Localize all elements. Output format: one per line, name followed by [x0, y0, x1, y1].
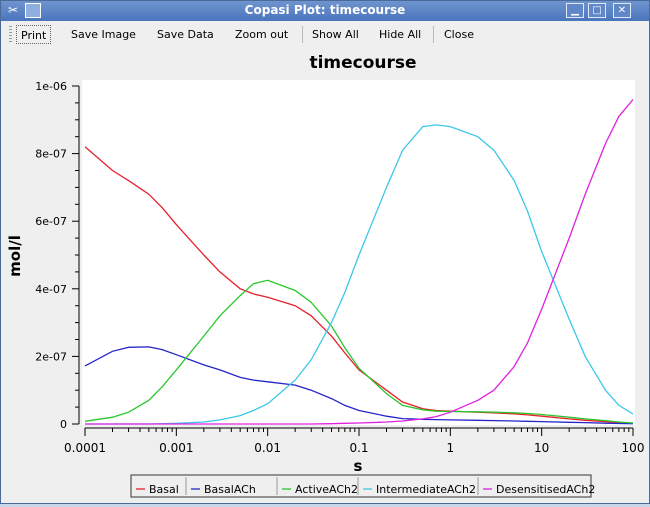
toolbar-grip-handle[interactable]	[9, 26, 12, 42]
close-icon: ✕	[617, 5, 627, 16]
y-tick-label: 4e-07	[35, 283, 67, 296]
hide-all-button[interactable]: Hide All	[375, 25, 425, 44]
legend-label: DesensitisedACh2	[496, 483, 595, 496]
legend-item-intermediateach2[interactable]: IntermediateACh2	[363, 483, 476, 496]
y-axis-label: mol/l	[6, 235, 24, 277]
x-axis-label: s	[354, 457, 363, 475]
x-tick-label: 0.001	[159, 441, 193, 455]
chart-title: timecourse	[309, 53, 416, 73]
y-tick-label: 1e-06	[35, 80, 67, 93]
close-window-button[interactable]: ✕	[613, 3, 631, 18]
timecourse-chart: timecourse 0 2e-07 4e-07 6e-07 8e-07 1e-06 0.…	[6, 53, 644, 498]
print-button[interactable]: Print	[16, 25, 52, 44]
toolbar: Print Save Image Save Data Zoom out Show…	[1, 22, 649, 47]
y-tick-label: 0	[60, 418, 67, 431]
plot-canvas[interactable]	[82, 80, 635, 425]
maximize-icon: □	[592, 5, 602, 16]
x-tick-label: 0.01	[254, 441, 281, 455]
legend-label: Basal	[149, 483, 179, 496]
plot-area: timecourse 0 2e-07 4e-07 6e-07 8e-07 1e-06 0.…	[1, 48, 649, 503]
legend-label: BasalACh	[204, 483, 256, 496]
zoom-out-button[interactable]: Zoom out	[231, 25, 292, 44]
x-axis-ticks: 0.0001 0.001 0.01 0.1 1 10 100	[64, 428, 644, 455]
save-data-button[interactable]: Save Data	[153, 25, 218, 44]
close-plot-button[interactable]: Close	[440, 25, 478, 44]
legend-label: IntermediateACh2	[376, 483, 476, 496]
x-tick-label: 0.1	[349, 441, 368, 455]
y-tick-label: 8e-07	[35, 148, 67, 161]
maximize-button[interactable]: □	[588, 3, 606, 18]
minimize-icon: ▁	[571, 5, 579, 16]
x-tick-label: 1	[447, 441, 455, 455]
y-axis-ticks: 0 2e-07 4e-07 6e-07 8e-07 1e-06	[35, 80, 79, 431]
window-title: Copasi Plot: timecourse	[244, 3, 406, 17]
toolbar-separator	[433, 26, 434, 43]
legend-item-desensitisedach2[interactable]: DesensitisedACh2	[483, 483, 595, 496]
legend: Basal BasalACh ActiveACh2 IntermediateACh2 D…	[130, 474, 595, 498]
x-tick-label: 0.0001	[64, 441, 106, 455]
plot-window: ✂ Copasi Plot: timecourse ▁ □ ✕ Print Sa…	[0, 0, 650, 504]
y-tick-label: 2e-07	[35, 350, 67, 363]
x-tick-label: 10	[534, 441, 549, 455]
toolbar-separator	[302, 26, 303, 43]
minimize-button[interactable]: ▁	[566, 3, 584, 18]
x-tick-label: 100	[622, 441, 645, 455]
legend-label: ActiveACh2	[295, 483, 358, 496]
title-bar[interactable]: ✂ Copasi Plot: timecourse ▁ □ ✕	[1, 1, 649, 21]
y-tick-label: 6e-07	[35, 215, 67, 228]
save-image-button[interactable]: Save Image	[67, 25, 140, 44]
show-all-button[interactable]: Show All	[308, 25, 363, 44]
